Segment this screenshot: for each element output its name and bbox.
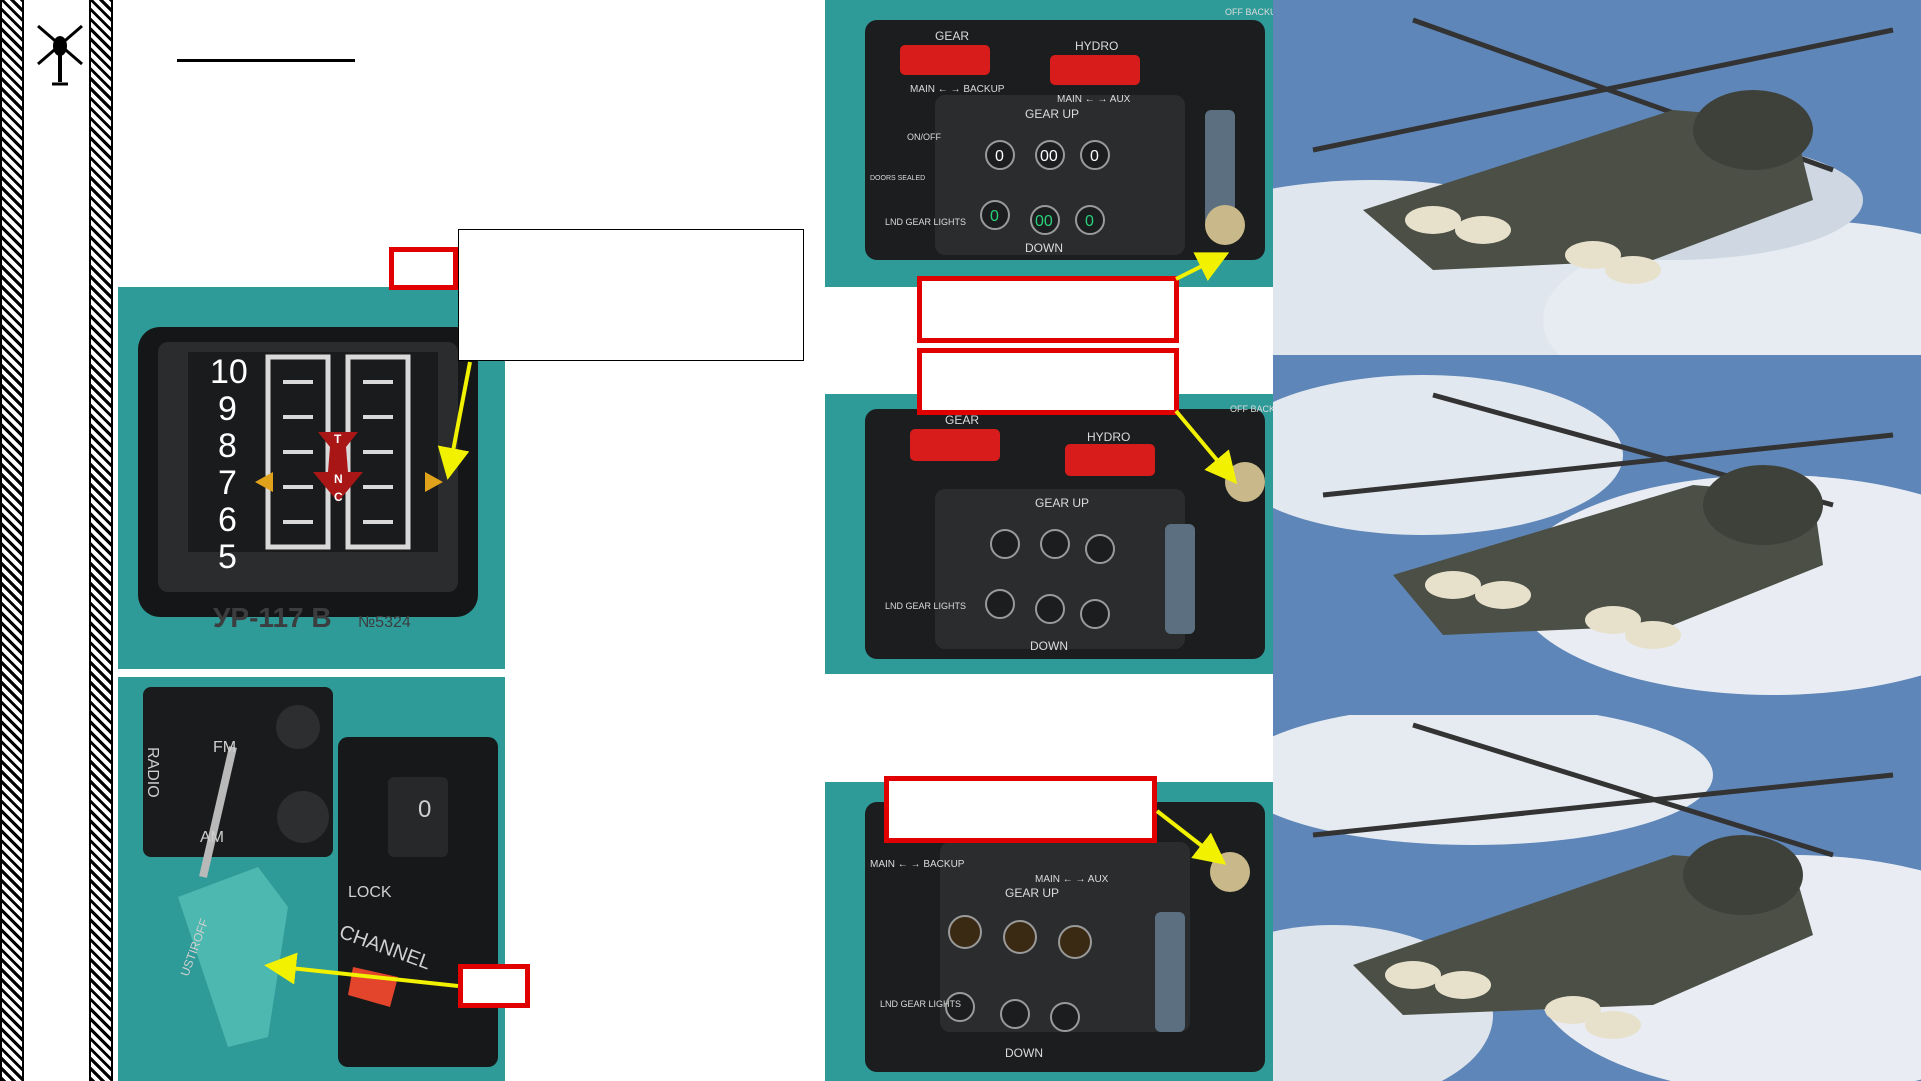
down-label: DOWN bbox=[1025, 241, 1063, 255]
lock-label: LOCK bbox=[348, 884, 392, 901]
main-backup-label: MAIN ← → BACKUP bbox=[910, 84, 1005, 95]
lnd-gear-lights-label: LND GEAR LIGHTS bbox=[885, 601, 966, 611]
left-hatch-bar bbox=[0, 0, 24, 1081]
indicator-value: 00 bbox=[1040, 148, 1058, 165]
gear-lever-callout-top bbox=[917, 276, 1179, 343]
radio-label: RADIO bbox=[144, 747, 161, 798]
gauge-number: 7 bbox=[218, 464, 237, 502]
indicator-value: 00 bbox=[1035, 213, 1053, 230]
gear-up-label: GEAR UP bbox=[1035, 496, 1089, 510]
am-label: AM bbox=[200, 829, 224, 846]
fm-label: FM bbox=[213, 739, 236, 756]
gear-lever-callout-bottom bbox=[884, 776, 1157, 843]
lnd-gear-lights-label: LND GEAR LIGHTS bbox=[880, 999, 961, 1009]
gear-up-label: GEAR UP bbox=[1005, 886, 1059, 900]
gear-label: GEAR bbox=[935, 29, 969, 43]
gauge-callout-marker bbox=[389, 247, 458, 290]
gauge-mark: N bbox=[334, 472, 343, 486]
doors-sealed-label: DOORS SEALED bbox=[870, 175, 925, 182]
gauge-plate-label: УР-117 В bbox=[213, 602, 332, 633]
ur117-gauge-image: 10 9 8 7 6 5 T N C УР-117 В №5324 bbox=[118, 287, 505, 669]
gauge-mark: T bbox=[334, 432, 342, 446]
off-backup-label: OFF BACKUP bbox=[1230, 404, 1273, 414]
down-label: DOWN bbox=[1030, 639, 1068, 653]
gauge-number: 5 bbox=[218, 538, 237, 576]
on-off-label: ON/OFF bbox=[907, 132, 941, 142]
gauge-serial-label: №5324 bbox=[358, 614, 411, 631]
gear-lever-callout-middle bbox=[917, 348, 1179, 415]
radio-panel-image: RADIO FM AM LOCK CHANNEL 0 USTIROFF bbox=[118, 677, 505, 1081]
indicator-value: 0 bbox=[990, 208, 999, 225]
gauge-number: 10 bbox=[210, 353, 248, 391]
indicator-value: 0 bbox=[1090, 148, 1099, 165]
lnd-gear-lights-label: LND GEAR LIGHTS bbox=[885, 217, 966, 227]
helicopter-photo-middle bbox=[1273, 355, 1921, 715]
hydro-label: HYDRO bbox=[1075, 39, 1118, 53]
main-aux-label: MAIN ← → AUX bbox=[1035, 874, 1109, 885]
main-aux-label: MAIN ← → AUX bbox=[1057, 94, 1131, 105]
gear-panel-image-middle: GEAR HYDRO GEAR UP DOWN LND GEAR LIGHTS … bbox=[825, 394, 1273, 674]
indicator-value: 0 bbox=[1085, 213, 1094, 230]
radio-switch-marker bbox=[458, 964, 530, 1008]
gauge-number: 6 bbox=[218, 501, 237, 539]
gauge-mark: C bbox=[334, 490, 343, 504]
helicopter-photo-bottom bbox=[1273, 715, 1921, 1081]
gear-label: GEAR bbox=[945, 413, 979, 427]
down-label: DOWN bbox=[1005, 1046, 1043, 1060]
helicopter-icon bbox=[32, 16, 88, 92]
gauge-number: 9 bbox=[218, 390, 237, 428]
main-backup-label: MAIN ← → BACKUP bbox=[870, 859, 965, 870]
gauge-callout-box bbox=[458, 229, 804, 361]
gauge-number: 8 bbox=[218, 427, 237, 465]
off-backup-label: OFF BACKUP bbox=[1225, 7, 1273, 17]
right-hatch-bar bbox=[89, 0, 113, 1081]
channel-digit: 0 bbox=[418, 796, 431, 823]
helicopter-photo-top bbox=[1273, 0, 1921, 355]
hydro-label: HYDRO bbox=[1087, 430, 1130, 444]
gear-panel-image-top: GEAR HYDRO MAIN ← → BACKUP MAIN ← → AUX … bbox=[825, 0, 1273, 287]
indicator-value: 0 bbox=[995, 148, 1004, 165]
gear-up-label: GEAR UP bbox=[1025, 107, 1079, 121]
title-underline bbox=[177, 59, 355, 62]
